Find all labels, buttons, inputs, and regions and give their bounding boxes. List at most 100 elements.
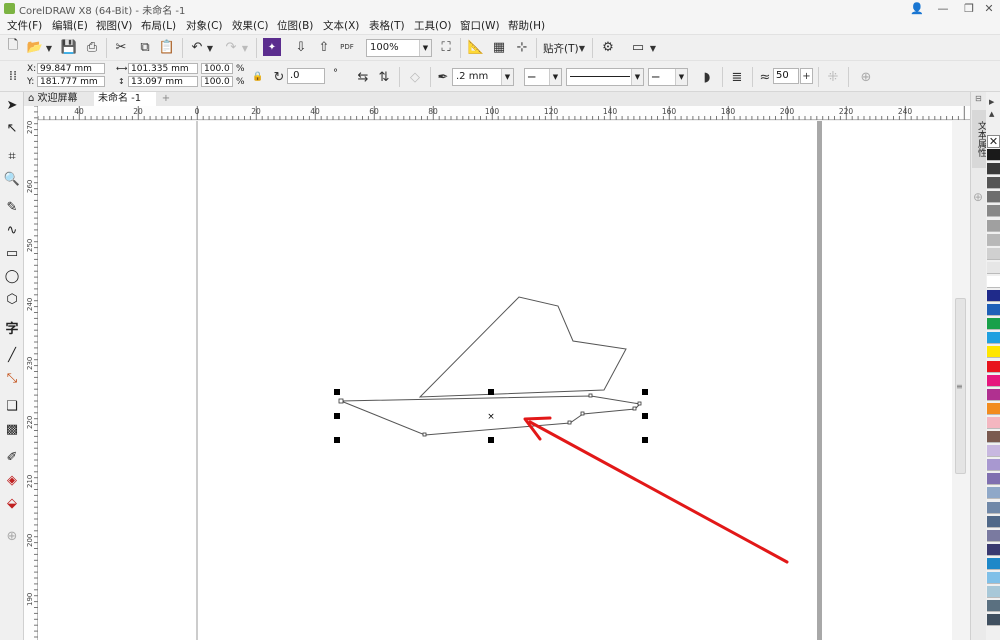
shape-tool-icon[interactable]: ↖ [3, 119, 21, 137]
menu-tools[interactable]: 工具(O) [414, 18, 451, 33]
color-swatch[interactable] [987, 318, 1000, 331]
zoom-level-dropdown[interactable]: 100% ▼ [366, 39, 432, 57]
freehand-tool-icon[interactable]: ✎ [3, 198, 21, 216]
full-screen-icon[interactable]: ⛶ [437, 38, 455, 56]
save-icon[interactable]: 💾 [60, 38, 78, 56]
open-icon[interactable]: 📂 [26, 38, 44, 56]
mirror-vertical-icon[interactable]: ⇅ [375, 68, 393, 86]
reflect-nodes-icon[interactable]: ⁜ [824, 68, 842, 86]
close-button[interactable]: ✕ [976, 0, 1000, 17]
tab-document[interactable]: 未命名 -1 [94, 92, 156, 106]
pick-tool-icon[interactable]: ➤ [3, 96, 21, 114]
new-tab-icon[interactable]: + [159, 92, 173, 106]
artistic-media-tool-icon[interactable]: ∿ [3, 221, 21, 239]
color-swatch[interactable] [987, 402, 1000, 415]
mirror-horizontal-icon[interactable]: ⇆ [354, 68, 372, 86]
import-icon[interactable]: ⇩ [292, 38, 310, 56]
wrap-text-icon[interactable]: ≣ [728, 68, 746, 86]
color-swatch[interactable] [987, 261, 1000, 274]
color-swatch[interactable] [987, 501, 1000, 514]
line-style-dropdown[interactable]: ▼ [566, 68, 644, 86]
user-icon[interactable]: 👤 [904, 0, 930, 17]
color-swatch[interactable] [987, 191, 1000, 204]
application-launcher-icon[interactable]: ▭ [629, 38, 647, 56]
drawing-canvas[interactable]: × [38, 121, 970, 640]
convert-to-curves-icon[interactable]: ◇ [406, 68, 424, 86]
print-icon[interactable]: ⎙ [83, 38, 101, 56]
zoom-tool-icon[interactable]: 🔍 [3, 170, 21, 188]
smoothing-field[interactable]: 50 [773, 68, 799, 84]
color-swatch[interactable] [987, 614, 1000, 627]
color-swatch[interactable] [987, 416, 1000, 429]
color-swatch[interactable] [987, 445, 1000, 458]
color-swatch[interactable] [987, 529, 1000, 542]
color-swatch[interactable] [987, 487, 1000, 500]
snap-dropdown-icon[interactable]: ▼ [577, 39, 587, 57]
color-swatch[interactable] [987, 163, 1000, 176]
text-tool-icon[interactable]: 字 [3, 318, 21, 337]
undo-dropdown-icon[interactable]: ▼ [205, 39, 215, 57]
color-swatch[interactable] [987, 275, 1000, 288]
color-swatch[interactable] [987, 177, 1000, 190]
copy-icon[interactable]: ⧉ [136, 38, 154, 56]
selection-center-marker[interactable]: × [487, 412, 495, 422]
color-swatch[interactable] [987, 149, 1000, 161]
menu-bitmaps[interactable]: 位图(B) [277, 18, 313, 33]
lock-ratio-icon[interactable]: 🔒 [249, 68, 267, 86]
height-field[interactable]: 13.097 mm [128, 76, 198, 87]
drop-shadow-tool-icon[interactable]: ❑ [3, 397, 21, 415]
x-position-field[interactable]: 99.847 mm [37, 63, 105, 74]
palette-up-icon[interactable]: ▲ [989, 110, 994, 118]
rotation-angle-field[interactable]: .0 [287, 68, 325, 84]
options-gear-icon[interactable]: ⚙ [599, 38, 617, 56]
smart-fill-tool-icon[interactable]: ⬙ [3, 494, 21, 512]
docker-collapse-icon[interactable]: ⊟ [975, 94, 982, 103]
polygon-tool-icon[interactable]: ⬡ [3, 290, 21, 308]
color-swatch[interactable] [987, 431, 1000, 443]
no-fill-swatch[interactable]: ✕ [987, 135, 1000, 148]
show-grid-icon[interactable]: ▦ [490, 38, 508, 56]
close-curve-icon[interactable]: ◗ [698, 68, 716, 86]
horizontal-ruler[interactable]: 40 20 0 20 40 60 80 100 120 140 160 180 … [38, 106, 970, 120]
color-swatch[interactable] [987, 360, 1000, 373]
vertical-ruler[interactable]: 270 260 250 240 230 220 210 200 190 [24, 106, 38, 640]
paste-icon[interactable]: 📋 [158, 38, 176, 56]
color-swatch[interactable] [987, 459, 1000, 472]
color-swatch[interactable] [987, 473, 1000, 486]
end-arrowhead-dropdown[interactable]: ─ ▼ [648, 68, 688, 86]
color-swatch[interactable] [987, 346, 1000, 359]
show-guidelines-icon[interactable]: ⊹ [513, 38, 531, 56]
menu-object[interactable]: 对象(C) [186, 18, 223, 33]
color-swatch[interactable] [987, 374, 1000, 387]
interactive-fill-tool-icon[interactable]: ◈ [3, 471, 21, 489]
rectangle-tool-icon[interactable]: ▭ [3, 244, 21, 262]
add-tool-icon[interactable]: ⊕ [3, 527, 21, 545]
new-document-icon[interactable]: 🗋 [4, 38, 22, 56]
color-swatch[interactable] [987, 388, 1000, 401]
publish-pdf-icon[interactable]: PDF [338, 38, 356, 56]
color-swatch[interactable] [987, 600, 1000, 613]
menu-edit[interactable]: 编辑(E) [52, 18, 88, 33]
color-swatch[interactable] [987, 572, 1000, 584]
color-swatch[interactable] [987, 332, 1000, 345]
show-rulers-icon[interactable]: 📐 [467, 38, 485, 56]
color-swatch[interactable] [987, 290, 1000, 302]
palette-scroll-up-icon[interactable]: ▶ [989, 98, 994, 106]
transparency-tool-icon[interactable]: ▩ [3, 420, 21, 438]
minimize-button[interactable]: — [930, 0, 956, 17]
color-swatch[interactable] [987, 557, 1000, 570]
connector-tool-icon[interactable]: ⤡ [3, 369, 21, 387]
start-arrowhead-dropdown[interactable]: ─ ▼ [524, 68, 562, 86]
menu-view[interactable]: 视图(V) [96, 18, 132, 33]
tab-welcome[interactable]: ⌂ 欢迎屏幕 [24, 92, 92, 106]
object-origin-icon[interactable]: ⁞⁞ [4, 67, 22, 85]
export-icon[interactable]: ⇧ [315, 38, 333, 56]
crop-tool-icon[interactable]: ⌗ [3, 147, 21, 165]
add-docker-icon[interactable]: ⊕ [973, 190, 983, 204]
color-swatch[interactable] [987, 233, 1000, 246]
menu-layout[interactable]: 布局(L) [141, 18, 176, 33]
scale-y-field[interactable]: 100.0 [201, 76, 233, 87]
color-swatch[interactable] [987, 543, 1000, 556]
color-swatch[interactable] [987, 304, 1000, 317]
upper-shape[interactable] [418, 296, 627, 398]
